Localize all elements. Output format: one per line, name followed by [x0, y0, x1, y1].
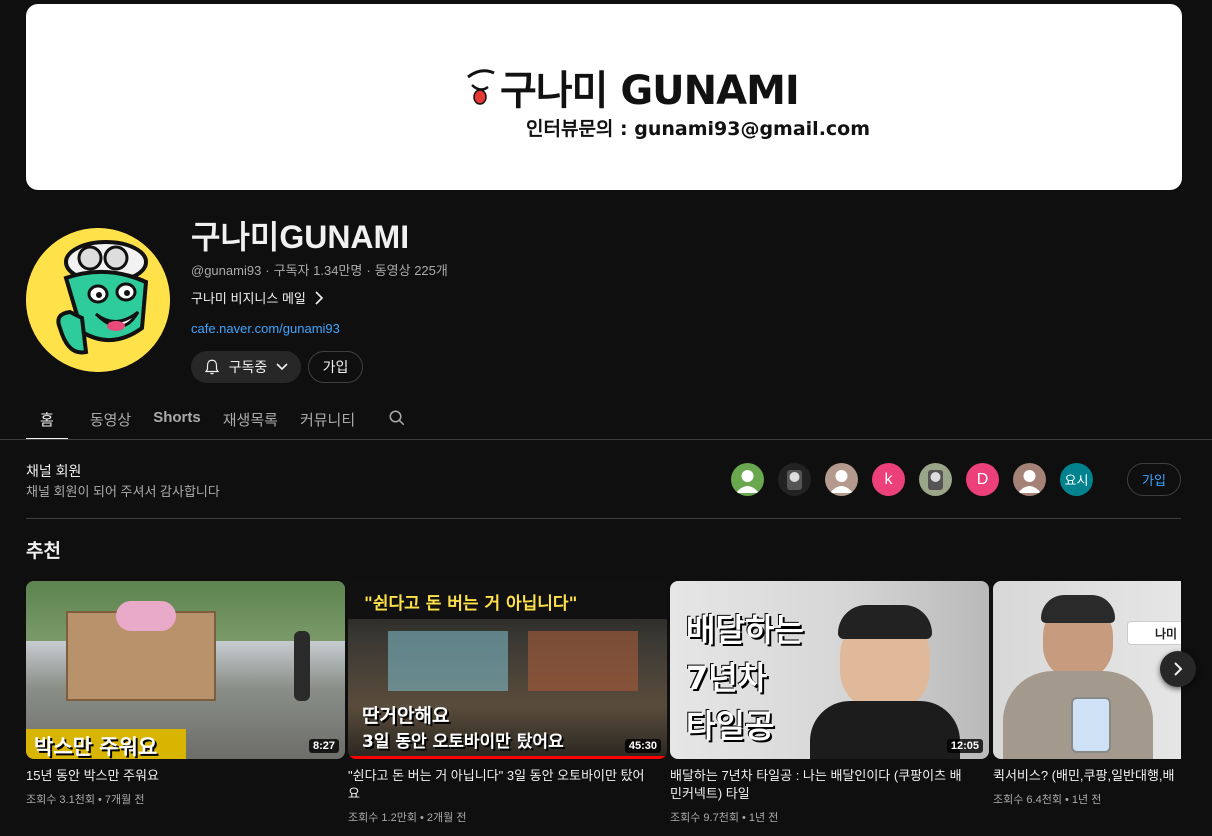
video-title[interactable]: 15년 동안 박스만 주워요 — [26, 767, 326, 785]
member-avatar[interactable]: k — [872, 463, 905, 496]
video-thumbnail[interactable]: "쉰다고 돈 버는 거 아닙니다" 딴거안해요 3일 동안 오토바이만 탔어요 … — [348, 581, 667, 759]
video-duration: 12:05 — [946, 739, 983, 753]
bell-icon — [204, 359, 219, 375]
member-avatar-letter: 요시 — [1064, 473, 1089, 488]
member-avatar[interactable] — [1013, 463, 1046, 496]
banner-contact: 인터뷰문의 : gunami93@gmail.com — [526, 118, 871, 140]
thumbnail-caption: 나미 — [1155, 627, 1178, 641]
video-shelf: 박스만 주워요 8:27 15년 동안 박스만 주워요 조회수 3.1천회 • … — [26, 581, 1181, 836]
subscribed-label: 구독중 — [228, 359, 268, 375]
person-icon — [1018, 470, 1041, 493]
members-divider — [26, 518, 1181, 519]
search-icon[interactable] — [388, 409, 406, 427]
banner-logo: 구나미 GUNAMI — [466, 58, 800, 116]
channel-meta: @gunami93 · 구독자 1.34만명 · 동영상 225개 — [191, 263, 448, 278]
member-avatar[interactable] — [825, 463, 858, 496]
video-title[interactable]: 배달하는 7년차 타일공 : 나는 배달인이다 (쿠팡이츠 배민커넥트) 타일 — [670, 767, 970, 803]
video-card[interactable]: 박스만 주워요 8:27 15년 동안 박스만 주워요 조회수 3.1천회 • … — [26, 581, 345, 807]
member-avatar[interactable]: 요시 — [1060, 463, 1093, 496]
tab-home[interactable]: 홈 — [26, 400, 68, 440]
chevron-right-icon — [315, 290, 324, 305]
video-card[interactable]: "쉰다고 돈 버는 거 아닙니다" 딴거안해요 3일 동안 오토바이만 탔어요 … — [348, 581, 667, 825]
video-duration: 8:27 — [308, 739, 339, 753]
video-thumbnail[interactable]: 배달하는 7년차 타일공 12:05 — [670, 581, 989, 759]
member-avatar-letter: D — [976, 470, 989, 488]
person-icon — [830, 470, 853, 493]
member-avatar[interactable] — [919, 463, 952, 496]
channel-banner: 구나미 GUNAMI 인터뷰문의 : gunami93@gmail.com — [26, 4, 1182, 190]
chevron-right-icon — [1174, 662, 1183, 676]
video-thumbnail[interactable]: 나미 — [993, 581, 1181, 759]
member-avatar[interactable] — [778, 463, 811, 496]
video-card[interactable]: 나미 퀵서비스? (배민,쿠팡,일반대행,배 조회수 6.4천회 • 1년 전 — [993, 581, 1181, 807]
thumbnail-caption: 7년차 — [686, 659, 768, 697]
video-duration: 45:30 — [624, 739, 661, 753]
subscribed-button[interactable]: 구독중 — [191, 351, 301, 383]
banner-title: 구나미 GUNAMI — [500, 68, 800, 114]
tabs-divider — [0, 439, 1212, 440]
shelf-next-button[interactable] — [1160, 651, 1196, 687]
video-meta: 조회수 3.1천회 • 7개월 전 — [26, 794, 145, 806]
recommended-title: 추천 — [26, 541, 61, 562]
channel-tabs: 홈 동영상 Shorts 재생목록 커뮤니티 — [26, 400, 366, 440]
business-email-link[interactable]: 구나미 비지니스 메일 — [191, 288, 324, 307]
tab-shorts[interactable]: Shorts — [142, 400, 212, 440]
video-meta: 조회수 6.4천회 • 1년 전 — [993, 794, 1102, 806]
thumbnail-caption: 박스만 주워요 — [34, 735, 158, 759]
photo-avatar-icon — [928, 470, 943, 490]
members-join-button[interactable]: 가입 — [1127, 463, 1181, 496]
channel-handle: @gunami93 — [191, 263, 262, 278]
channel-external-link[interactable]: cafe.naver.com/gunami93 — [191, 321, 340, 336]
channel-name: 구나미GUNAMI — [191, 219, 410, 255]
person-icon — [736, 470, 759, 493]
tongue-face-icon — [467, 69, 495, 105]
thumbnail-caption: 딴거안해요 — [362, 705, 450, 727]
chevron-down-icon — [276, 363, 288, 371]
thumbnail-caption: 배달하는 — [686, 611, 804, 649]
video-card[interactable]: 배달하는 7년차 타일공 12:05 배달하는 7년차 타일공 : 나는 배달인… — [670, 581, 989, 825]
zombie-mascot-icon — [26, 228, 170, 372]
members-title: 채널 회원 — [26, 463, 82, 479]
channel-avatar[interactable] — [26, 228, 170, 372]
video-title[interactable]: 퀵서비스? (배민,쿠팡,일반대행,배 — [993, 767, 1181, 785]
join-button[interactable]: 가입 — [308, 351, 363, 383]
member-avatar[interactable]: D — [966, 463, 999, 496]
members-subtitle: 채널 회원이 되어 주셔서 감사합니다 — [26, 484, 220, 499]
video-thumbnail[interactable]: 박스만 주워요 8:27 — [26, 581, 345, 759]
thumbnail-caption: 타일공 — [686, 707, 775, 745]
member-avatar[interactable] — [731, 463, 764, 496]
business-email-label: 구나미 비지니스 메일 — [191, 291, 306, 306]
video-meta: 조회수 1.2만회 • 2개월 전 — [348, 812, 467, 824]
tab-community[interactable]: 커뮤니티 — [289, 400, 366, 440]
member-avatars: k D 요시 — [731, 463, 1093, 496]
subscriber-count: 구독자 1.34만명 — [273, 263, 363, 278]
video-count: 동영상 225개 — [374, 263, 448, 278]
video-meta: 조회수 9.7천회 • 1년 전 — [670, 812, 779, 824]
tab-videos[interactable]: 동영상 — [68, 400, 142, 440]
photo-avatar-icon — [787, 470, 802, 490]
video-title[interactable]: "쉰다고 돈 버는 거 아닙니다" 3일 동안 오토바이만 탔어요 — [348, 767, 648, 803]
tab-playlists[interactable]: 재생목록 — [212, 400, 289, 440]
thumbnail-caption: 3일 동안 오토바이만 탔어요 — [362, 732, 564, 752]
member-avatar-letter: k — [884, 470, 893, 488]
thumbnail-caption: "쉰다고 돈 버는 거 아닙니다" — [364, 594, 578, 614]
